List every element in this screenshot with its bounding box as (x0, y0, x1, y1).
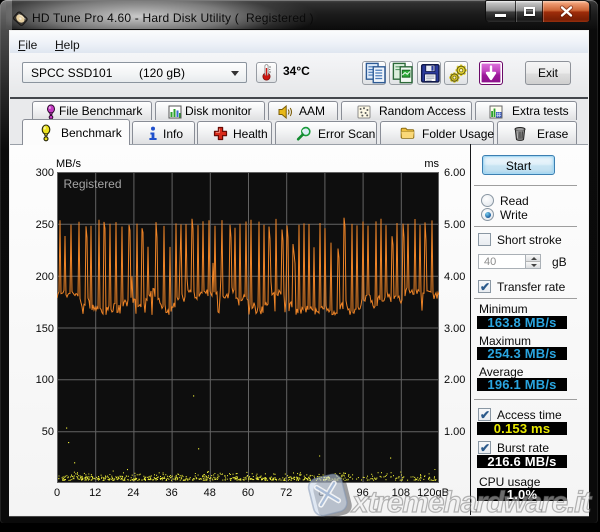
svg-text:Registered: Registered (64, 177, 122, 191)
